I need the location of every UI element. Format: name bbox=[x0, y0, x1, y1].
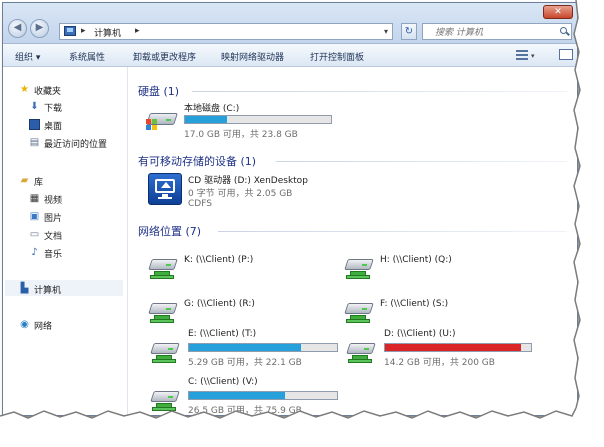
xendesktop-icon bbox=[148, 173, 182, 205]
recent-places-icon: ▤ bbox=[29, 137, 40, 148]
nav-favorites-label: 收藏夹 bbox=[34, 87, 62, 97]
drive-name: D: (\\Client) (U:) bbox=[384, 329, 456, 339]
group-header-network[interactable]: 网络位置 (7) bbox=[138, 223, 201, 239]
library-icon: ▰ bbox=[20, 175, 29, 186]
breadcrumb-separator[interactable]: ▸ bbox=[81, 26, 86, 36]
navigation-pane: ★ 收藏夹 ⬇ 下载 桌面 ▤ 最近访问的位置 ▰ 库 ▦ 视频 ▣ 图片 ▭ bbox=[3, 67, 128, 415]
forward-button[interactable]: ▶ bbox=[30, 19, 49, 38]
breadcrumb-computer[interactable]: 计算机 bbox=[94, 26, 121, 39]
nav-network-label: 网络 bbox=[34, 322, 53, 332]
network-drive-r[interactable]: G: (\\Client) (R:) bbox=[142, 293, 332, 329]
close-button[interactable]: ✕ bbox=[543, 5, 573, 19]
preview-pane-icon[interactable] bbox=[559, 49, 573, 60]
drive-usage-bar bbox=[188, 343, 338, 352]
drive-name: G: (\\Client) (R:) bbox=[184, 299, 255, 309]
uninstall-program-button[interactable]: 卸载或更改程序 bbox=[133, 50, 196, 63]
network-drive-t[interactable]: E: (\\Client) (T:) 5.29 GB 可用，共 22.1 GB bbox=[144, 329, 344, 369]
drive-name: CD 驱动器 (D:) XenDesktop bbox=[188, 176, 308, 186]
drive-usage-bar bbox=[184, 115, 332, 124]
refresh-button[interactable]: ↻ bbox=[401, 23, 417, 40]
network-drive-icon bbox=[148, 251, 180, 281]
nav-pictures-label: 图片 bbox=[44, 214, 63, 224]
drive-name: K: (\\Client) (P:) bbox=[184, 255, 254, 265]
video-icon: ▦ bbox=[29, 193, 40, 204]
close-icon: ✕ bbox=[554, 7, 562, 17]
drive-name: C: (\\Client) (V:) bbox=[188, 377, 258, 387]
drive-free-space: 14.2 GB 可用，共 200 GB bbox=[384, 358, 495, 368]
back-arrow-icon: ◀ bbox=[13, 22, 22, 33]
drive-name: F: (\\Client) (S:) bbox=[380, 299, 449, 309]
search-input[interactable] bbox=[433, 25, 557, 40]
nav-computer-label: 计算机 bbox=[34, 286, 62, 296]
network-drive-icon bbox=[150, 335, 182, 365]
network-drive-u[interactable]: D: (\\Client) (U:) 14.2 GB 可用，共 200 GB bbox=[340, 329, 540, 369]
nav-libraries-label: 库 bbox=[34, 178, 44, 188]
nav-desktop-label: 桌面 bbox=[44, 122, 63, 132]
search-icon[interactable] bbox=[560, 27, 567, 34]
hard-drive-icon bbox=[146, 105, 178, 131]
drive-usage-fill bbox=[189, 344, 302, 351]
group-divider bbox=[218, 231, 567, 232]
drive-free-space: 0 字节 可用，共 2.05 GB bbox=[188, 189, 293, 199]
drive-free-space: 5.29 GB 可用，共 22.1 GB bbox=[188, 358, 302, 368]
torn-edge-right bbox=[573, 0, 604, 447]
command-bar: 组织 ▾ 系统属性 卸载或更改程序 映射网络驱动器 打开控制面板 ▾ bbox=[3, 44, 577, 67]
drive-filesystem: CDFS bbox=[188, 199, 212, 209]
network-drive-icon bbox=[344, 251, 376, 281]
explorer-window: ✕ ◀ ▶ ▸ 计算机 ▸ ▾ ↻ 组织 ▾ 系统属性 卸载或更改程序 映射网络… bbox=[2, 2, 578, 416]
nav-downloads-label: 下载 bbox=[44, 104, 63, 114]
drive-usage-fill bbox=[189, 392, 286, 399]
computer-icon: ▙ bbox=[20, 283, 29, 294]
group-header-removable[interactable]: 有可移动存储的设备 (1) bbox=[138, 153, 256, 169]
map-network-drive-button[interactable]: 映射网络驱动器 bbox=[221, 50, 284, 63]
search-box[interactable] bbox=[422, 23, 572, 40]
change-view-icon[interactable]: ▾ bbox=[516, 49, 535, 60]
network-icon: ◉ bbox=[20, 319, 29, 330]
network-drive-icon bbox=[148, 295, 180, 325]
nav-videos-label: 视频 bbox=[44, 196, 63, 206]
download-folder-icon: ⬇ bbox=[30, 101, 39, 112]
drive-free-space: 17.0 GB 可用，共 23.8 GB bbox=[184, 130, 298, 140]
drive-usage-bar bbox=[188, 391, 338, 400]
network-drive-icon bbox=[346, 335, 378, 365]
address-input[interactable]: ▸ 计算机 ▸ ▾ bbox=[59, 23, 393, 40]
desktop-icon bbox=[29, 119, 40, 130]
computer-icon bbox=[64, 26, 76, 36]
star-icon: ★ bbox=[20, 84, 29, 95]
nav-recent-label: 最近访问的位置 bbox=[44, 140, 108, 150]
network-drive-icon bbox=[344, 295, 376, 325]
back-button[interactable]: ◀ bbox=[8, 19, 27, 38]
drive-c[interactable]: 本地磁盘 (C:) 17.0 GB 可用，共 23.8 GB bbox=[142, 101, 342, 141]
forward-arrow-icon: ▶ bbox=[35, 22, 44, 33]
drive-usage-bar bbox=[384, 343, 532, 352]
drive-name: 本地磁盘 (C:) bbox=[184, 104, 240, 114]
group-header-hdd[interactable]: 硬盘 (1) bbox=[138, 83, 179, 99]
network-drive-s[interactable]: F: (\\Client) (S:) bbox=[338, 293, 528, 329]
network-drive-q[interactable]: H: (\\Client) (Q:) bbox=[338, 249, 528, 285]
breadcrumb-separator-2[interactable]: ▸ bbox=[135, 26, 140, 36]
music-icon: ♪ bbox=[31, 247, 38, 258]
drive-usage-fill bbox=[385, 344, 521, 351]
nav-documents-label: 文档 bbox=[44, 232, 63, 242]
chevron-down-icon[interactable]: ▾ bbox=[384, 27, 388, 36]
organize-menu[interactable]: 组织 ▾ bbox=[15, 50, 40, 63]
drive-name: E: (\\Client) (T:) bbox=[188, 329, 257, 339]
picture-icon: ▣ bbox=[29, 211, 40, 222]
group-divider bbox=[276, 161, 567, 162]
nav-music-label: 音乐 bbox=[44, 250, 63, 260]
document-icon: ▭ bbox=[29, 229, 40, 240]
address-bar: ✕ ◀ ▶ ▸ 计算机 ▸ ▾ ↻ bbox=[3, 3, 577, 44]
torn-edge-bottom bbox=[0, 408, 604, 447]
group-divider bbox=[192, 91, 567, 92]
network-drive-p[interactable]: K: (\\Client) (P:) bbox=[142, 249, 332, 285]
refresh-icon: ↻ bbox=[404, 26, 414, 37]
drive-cd[interactable]: CD 驱动器 (D:) XenDesktop 0 字节 可用，共 2.05 GB… bbox=[146, 173, 366, 213]
open-control-panel-button[interactable]: 打开控制面板 bbox=[310, 50, 364, 63]
drive-name: H: (\\Client) (Q:) bbox=[380, 255, 452, 265]
content-pane: 硬盘 (1) 本地磁盘 (C:) 17.0 GB 可用，共 23.8 GB 有可… bbox=[128, 67, 577, 415]
system-properties-button[interactable]: 系统属性 bbox=[69, 50, 105, 63]
drive-usage-fill bbox=[185, 116, 228, 123]
